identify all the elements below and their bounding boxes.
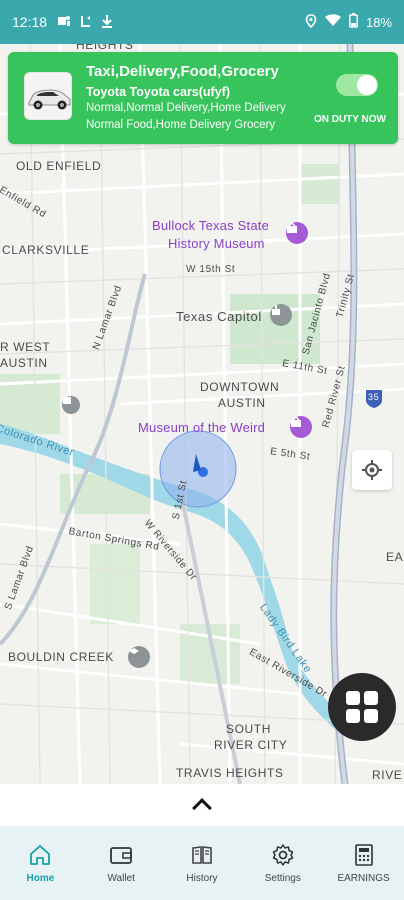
nav-item-settings[interactable]: Settings bbox=[242, 826, 323, 900]
nav-item-history[interactable]: History bbox=[162, 826, 243, 900]
map-canvas bbox=[0, 44, 404, 784]
map-label: W 15th St bbox=[186, 264, 236, 275]
grid-icon bbox=[346, 691, 378, 723]
map-label: EA bbox=[386, 550, 404, 564]
transit-pin-icon[interactable] bbox=[62, 396, 80, 414]
crosshair-icon bbox=[362, 460, 382, 480]
bottom-sheet-handle[interactable] bbox=[0, 784, 404, 826]
service-list-line-2: Normal Food,Home Delivery Grocery bbox=[86, 119, 276, 131]
toggle-knob bbox=[357, 75, 377, 95]
nav-item-home[interactable]: Home bbox=[0, 826, 81, 900]
wifi-icon bbox=[324, 14, 341, 30]
map-label: HEIGHTS bbox=[76, 44, 134, 52]
map-label: AUSTIN bbox=[218, 396, 266, 410]
map-label: TRAVIS HEIGHTS bbox=[176, 766, 284, 780]
nav-label: Home bbox=[26, 872, 55, 884]
duty-toggle[interactable] bbox=[336, 74, 378, 96]
status-bar: 12:18 18% bbox=[0, 0, 404, 44]
history-icon bbox=[190, 843, 214, 867]
nav-item-wallet[interactable]: Wallet bbox=[81, 826, 162, 900]
download-icon bbox=[101, 14, 113, 31]
chevron-up-icon bbox=[192, 798, 212, 818]
nav-label: Wallet bbox=[107, 872, 135, 884]
map-label: OLD ENFIELD bbox=[16, 159, 102, 173]
landmark-pin-icon[interactable] bbox=[270, 304, 292, 326]
vehicle-thumbnail bbox=[24, 72, 72, 120]
duty-status-label: ON DUTY NOW bbox=[313, 114, 386, 125]
home-icon bbox=[28, 843, 52, 867]
duty-status-banner[interactable]: Taxi,Delivery,Food,Grocery Toyota Toyota… bbox=[8, 52, 398, 144]
nav-label: Settings bbox=[264, 872, 301, 884]
map-poi-label: History Museum bbox=[168, 236, 265, 251]
earnings-icon bbox=[352, 843, 376, 867]
call-forward-icon bbox=[79, 14, 93, 31]
map-label: SOUTH bbox=[226, 722, 271, 736]
map-label: AUSTIN bbox=[0, 356, 48, 370]
nav-item-earnings[interactable]: EARNINGS bbox=[323, 826, 404, 900]
museum-pin-icon[interactable] bbox=[286, 222, 308, 244]
map-label: BOULDIN CREEK bbox=[8, 650, 114, 664]
menu-grid-button[interactable] bbox=[328, 673, 396, 741]
teams-icon bbox=[57, 14, 71, 31]
wallet-icon bbox=[109, 843, 133, 867]
battery-percent: 18% bbox=[365, 14, 392, 30]
school-pin-icon[interactable] bbox=[128, 646, 150, 668]
map-poi-label: Bullock Texas State bbox=[152, 218, 270, 233]
settings-icon bbox=[271, 843, 295, 867]
map-view[interactable]: HEIGHTS OLD ENFIELD Enfield Rd CLARKSVIL… bbox=[0, 44, 404, 784]
map-label: R WEST bbox=[0, 340, 51, 354]
nav-label: History bbox=[186, 872, 218, 884]
vehicle-name: Toyota Toyota cars(ufyf) bbox=[86, 85, 230, 99]
nav-label: EARNINGS bbox=[337, 872, 390, 884]
museum-pin-icon[interactable] bbox=[290, 416, 312, 438]
my-location-button[interactable] bbox=[352, 450, 392, 490]
interstate-shield-label: 35 bbox=[368, 392, 380, 402]
location-icon bbox=[305, 13, 317, 31]
map-label: CLARKSVILLE bbox=[2, 243, 90, 257]
map-label: Texas Capitol bbox=[176, 309, 262, 324]
map-label: RIVE bbox=[372, 768, 403, 782]
map-label: RIVER CITY bbox=[214, 738, 288, 752]
service-types-title: Taxi,Delivery,Food,Grocery bbox=[86, 63, 279, 80]
service-list-line-1: Normal,Normal Delivery,Home Delivery bbox=[86, 102, 286, 114]
bottom-nav: Home Wallet History Settings EARNINGS bbox=[0, 826, 404, 900]
screen: 12:18 18% HEIGHTS OLD ENFIELD Enfield Rd… bbox=[0, 0, 404, 900]
status-time: 12:18 bbox=[12, 14, 48, 30]
battery-icon bbox=[349, 13, 358, 31]
map-poi-label: Museum of the Weird bbox=[138, 420, 266, 435]
map-label: DOWNTOWN bbox=[200, 380, 280, 394]
